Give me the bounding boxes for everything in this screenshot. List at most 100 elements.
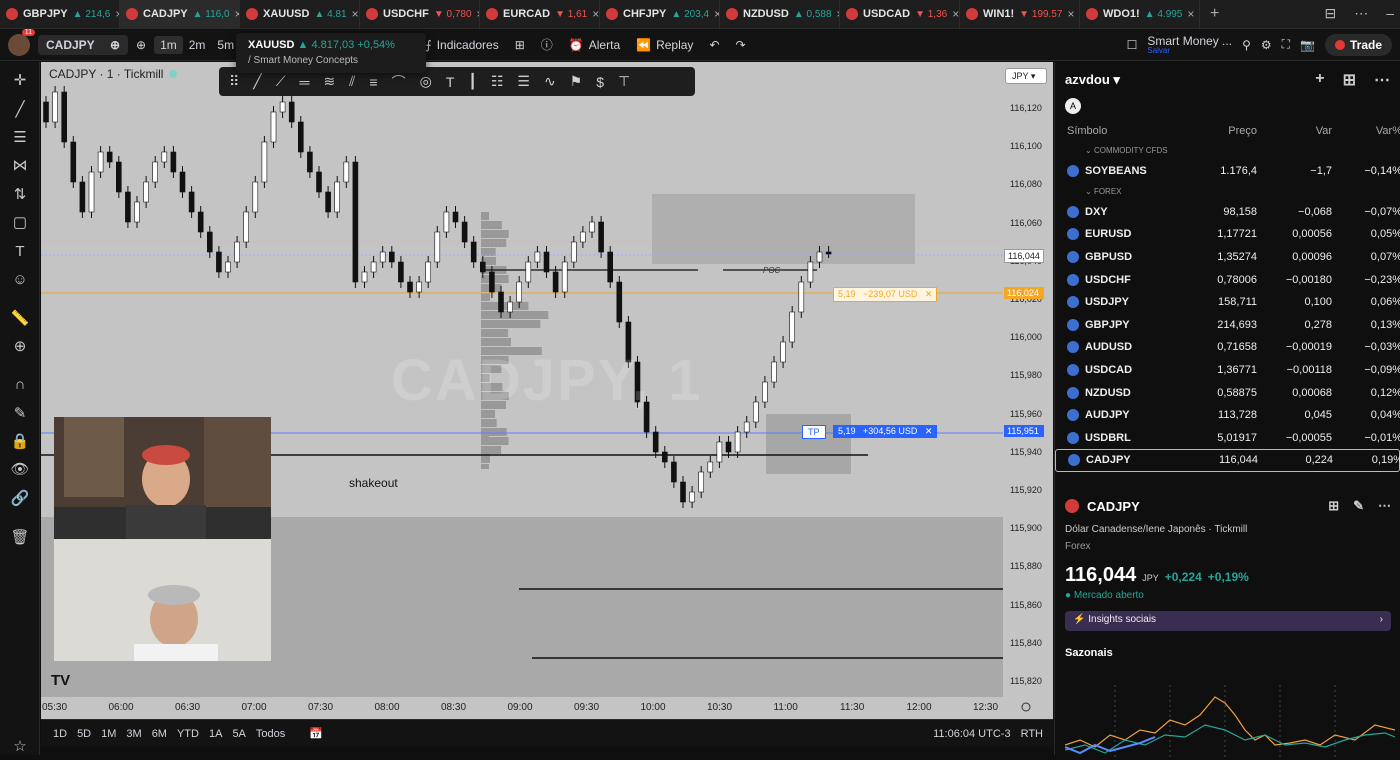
tp-order-tag[interactable]: 5,19 +304,56 USD ✕ — [833, 425, 938, 438]
redo-icon[interactable]: ↷ — [728, 38, 754, 52]
sl-order-tag[interactable]: 5,19 −239,07 USD ✕ — [833, 287, 938, 302]
ruler-icon[interactable]: 📏 — [9, 308, 31, 330]
watchlist-row[interactable]: USDCHF 0,78006 −0,00180 −0,23% — [1055, 268, 1400, 291]
camera-icon[interactable]: 📷 — [1300, 38, 1315, 52]
crosshair-icon[interactable]: ✛ — [9, 70, 31, 92]
browser-tab-nzdusd[interactable]: NZDUSD▲ 0,588× — [720, 0, 840, 29]
layout-name[interactable]: Smart Money ... Salvar — [1147, 35, 1232, 55]
cast-icon[interactable]: ⊟ — [1324, 5, 1336, 22]
zoom-icon[interactable]: ⊕ — [9, 336, 31, 358]
emoji-icon[interactable]: ☺ — [9, 269, 31, 291]
line-tool-icon[interactable]: ╱ — [253, 73, 261, 90]
replay-button[interactable]: ⏪ Replay — [628, 38, 701, 52]
browser-tab-usdchf[interactable]: USDCHF▼ 0,780× — [360, 0, 480, 29]
watchlist-row[interactable]: CADJPY 116,044 0,224 0,19% — [1055, 449, 1400, 472]
watchlist-row[interactable]: DXY 98,158 −0,068 −0,07% — [1055, 201, 1400, 224]
lines-tool-icon[interactable]: ☰ — [517, 73, 530, 90]
browser-tab-cadjpy[interactable]: CADJPY▲ 116,0× — [120, 0, 240, 29]
timeframe-1m[interactable]: 1m — [154, 35, 183, 54]
sl-close-icon[interactable]: ✕ — [925, 289, 933, 299]
hline-tool-icon[interactable]: ═ — [300, 74, 310, 90]
shakeout-annotation[interactable]: shakeout — [349, 476, 398, 490]
forecast-icon[interactable]: ⇅ — [9, 184, 31, 206]
watchlist-row[interactable]: USDBRL 5,01917 −0,00055 −0,01% — [1055, 427, 1400, 450]
indicators-button[interactable]: ⨍ Indicadores — [417, 38, 506, 52]
grid-icon[interactable]: ⊞ — [1343, 70, 1356, 90]
flag-tool-icon[interactable]: ⚑ — [570, 73, 583, 90]
watchlist-row[interactable]: USDJPY 158,711 0,100 0,06% — [1055, 291, 1400, 314]
watchlist-row[interactable]: SOYBEANS 1.176,4 −1,7 −0,14% — [1055, 160, 1400, 183]
watchlist-user[interactable]: azvdou ▾ — [1065, 72, 1120, 88]
range-1a[interactable]: 1A — [209, 728, 222, 740]
col-var[interactable]: Var — [1257, 125, 1332, 137]
close-tab-icon[interactable]: × — [352, 7, 359, 21]
tp-close-icon[interactable]: ✕ — [925, 426, 933, 436]
range-1m[interactable]: 1M — [101, 728, 116, 740]
edit-icon[interactable]: ✎ — [1353, 498, 1364, 514]
brush-tool-icon[interactable]: ∿ — [544, 73, 556, 90]
zoom-search-icon[interactable]: ⚲ — [1242, 38, 1251, 52]
vline-tool-icon[interactable]: ┃ — [468, 73, 476, 90]
watchlist-row[interactable]: AUDUSD 0,71658 −0,00019 −0,03% — [1055, 336, 1400, 359]
pencil-lock-icon[interactable]: ✎ — [9, 403, 31, 425]
eye-icon[interactable]: 👁 — [9, 459, 31, 481]
close-tab-icon[interactable]: × — [1187, 7, 1194, 21]
watchlist-row[interactable]: AUDJPY 113,728 0,045 0,04% — [1055, 404, 1400, 427]
info-icon[interactable]: ⓘ — [533, 36, 561, 53]
goto-date-icon[interactable]: 📅 — [309, 727, 323, 740]
browser-tab-xauusd[interactable]: XAUUSD ▲ 4.81 × — [240, 0, 360, 29]
trendline-icon[interactable]: ╱ — [9, 99, 31, 121]
col-symbol[interactable]: Símbolo — [1067, 125, 1177, 137]
text-tool-icon[interactable]: T — [446, 74, 455, 90]
minimize-icon[interactable]: – — [1386, 5, 1394, 22]
range-5d[interactable]: 5D — [77, 728, 91, 740]
browser-tab-usdcad[interactable]: USDCAD ▼ 1,36 × — [840, 0, 960, 29]
templates-icon[interactable]: ⊞ — [507, 38, 533, 52]
more-icon[interactable]: ⋯ — [1374, 70, 1390, 90]
range-1d[interactable]: 1D — [53, 728, 67, 740]
timeframe-2m[interactable]: 2m — [183, 36, 212, 54]
alert-button[interactable]: ⏰ Alerta — [561, 38, 628, 52]
close-tab-icon[interactable]: × — [1067, 7, 1074, 21]
parallel-tool-icon[interactable]: ≋ — [323, 73, 335, 90]
price-tool-icon[interactable]: $ — [596, 74, 604, 90]
fib-icon[interactable]: ☰ — [9, 127, 31, 149]
filter-icon[interactable]: A — [1065, 98, 1081, 114]
watchlist-section-header[interactable]: ⌄ COMMODITY CFDS — [1055, 142, 1400, 160]
browser-tab-gbpjpy[interactable]: GBPJPY▲ 214,6× — [0, 0, 120, 29]
target-tool-icon[interactable]: ◎ — [420, 73, 432, 90]
layout-grid-icon[interactable]: ⊞ — [1328, 498, 1339, 514]
detail-symbol[interactable]: CADJPY — [1087, 499, 1140, 514]
browser-tab-chfjpy[interactable]: CHFJPY▲ 203,4× — [600, 0, 720, 29]
watchlist-row[interactable]: NZDUSD 0,58875 0,00068 0,12% — [1055, 381, 1400, 404]
col-price[interactable]: Preço — [1177, 125, 1257, 137]
link-icon[interactable]: 🔗 — [9, 488, 31, 510]
undo-icon[interactable]: ↶ — [701, 38, 727, 52]
clock[interactable]: 11:06:04 UTC-3 — [933, 728, 1010, 740]
shapes-icon[interactable]: ▢ — [9, 212, 31, 234]
note-tool-icon[interactable]: ⊤ — [618, 73, 630, 90]
settings-icon[interactable]: ⚙ — [1261, 38, 1272, 52]
ray-tool-icon[interactable]: ⟋ — [276, 73, 286, 90]
add-icon[interactable]: + — [1315, 70, 1324, 90]
session-label[interactable]: RTH — [1021, 728, 1043, 740]
browser-tab-win1[interactable]: WIN1! ▼ 199.57 × — [960, 0, 1080, 29]
detail-type[interactable]: Forex — [1055, 541, 1400, 552]
range-6m[interactable]: 6M — [152, 728, 167, 740]
lock-icon[interactable]: 🔒 — [9, 431, 31, 453]
range-5a[interactable]: 5A — [232, 728, 245, 740]
watchlist-row[interactable]: GBPUSD 1,35274 0,00096 0,07% — [1055, 246, 1400, 269]
magnet-icon[interactable]: ∩ — [9, 374, 31, 396]
add-symbol-icon[interactable]: ⊕ — [128, 38, 154, 52]
new-tab-button[interactable]: + — [1200, 5, 1229, 23]
symbol-search[interactable]: CADJPY ⊕ — [38, 34, 128, 55]
range-3m[interactable]: 3M — [126, 728, 141, 740]
close-tab-icon[interactable]: × — [952, 7, 959, 21]
social-insights-button[interactable]: ⚡ Insights sociais › — [1065, 611, 1391, 631]
trash-icon[interactable]: 🗑 — [9, 527, 31, 549]
drag-handle-icon[interactable]: ⠿ — [229, 73, 239, 90]
seasonals-chart[interactable] — [1065, 685, 1395, 760]
more-icon[interactable]: ⋯ — [1378, 498, 1391, 514]
fib-tool-icon[interactable]: ☷ — [491, 73, 504, 90]
range-todos[interactable]: Todos — [256, 728, 285, 740]
